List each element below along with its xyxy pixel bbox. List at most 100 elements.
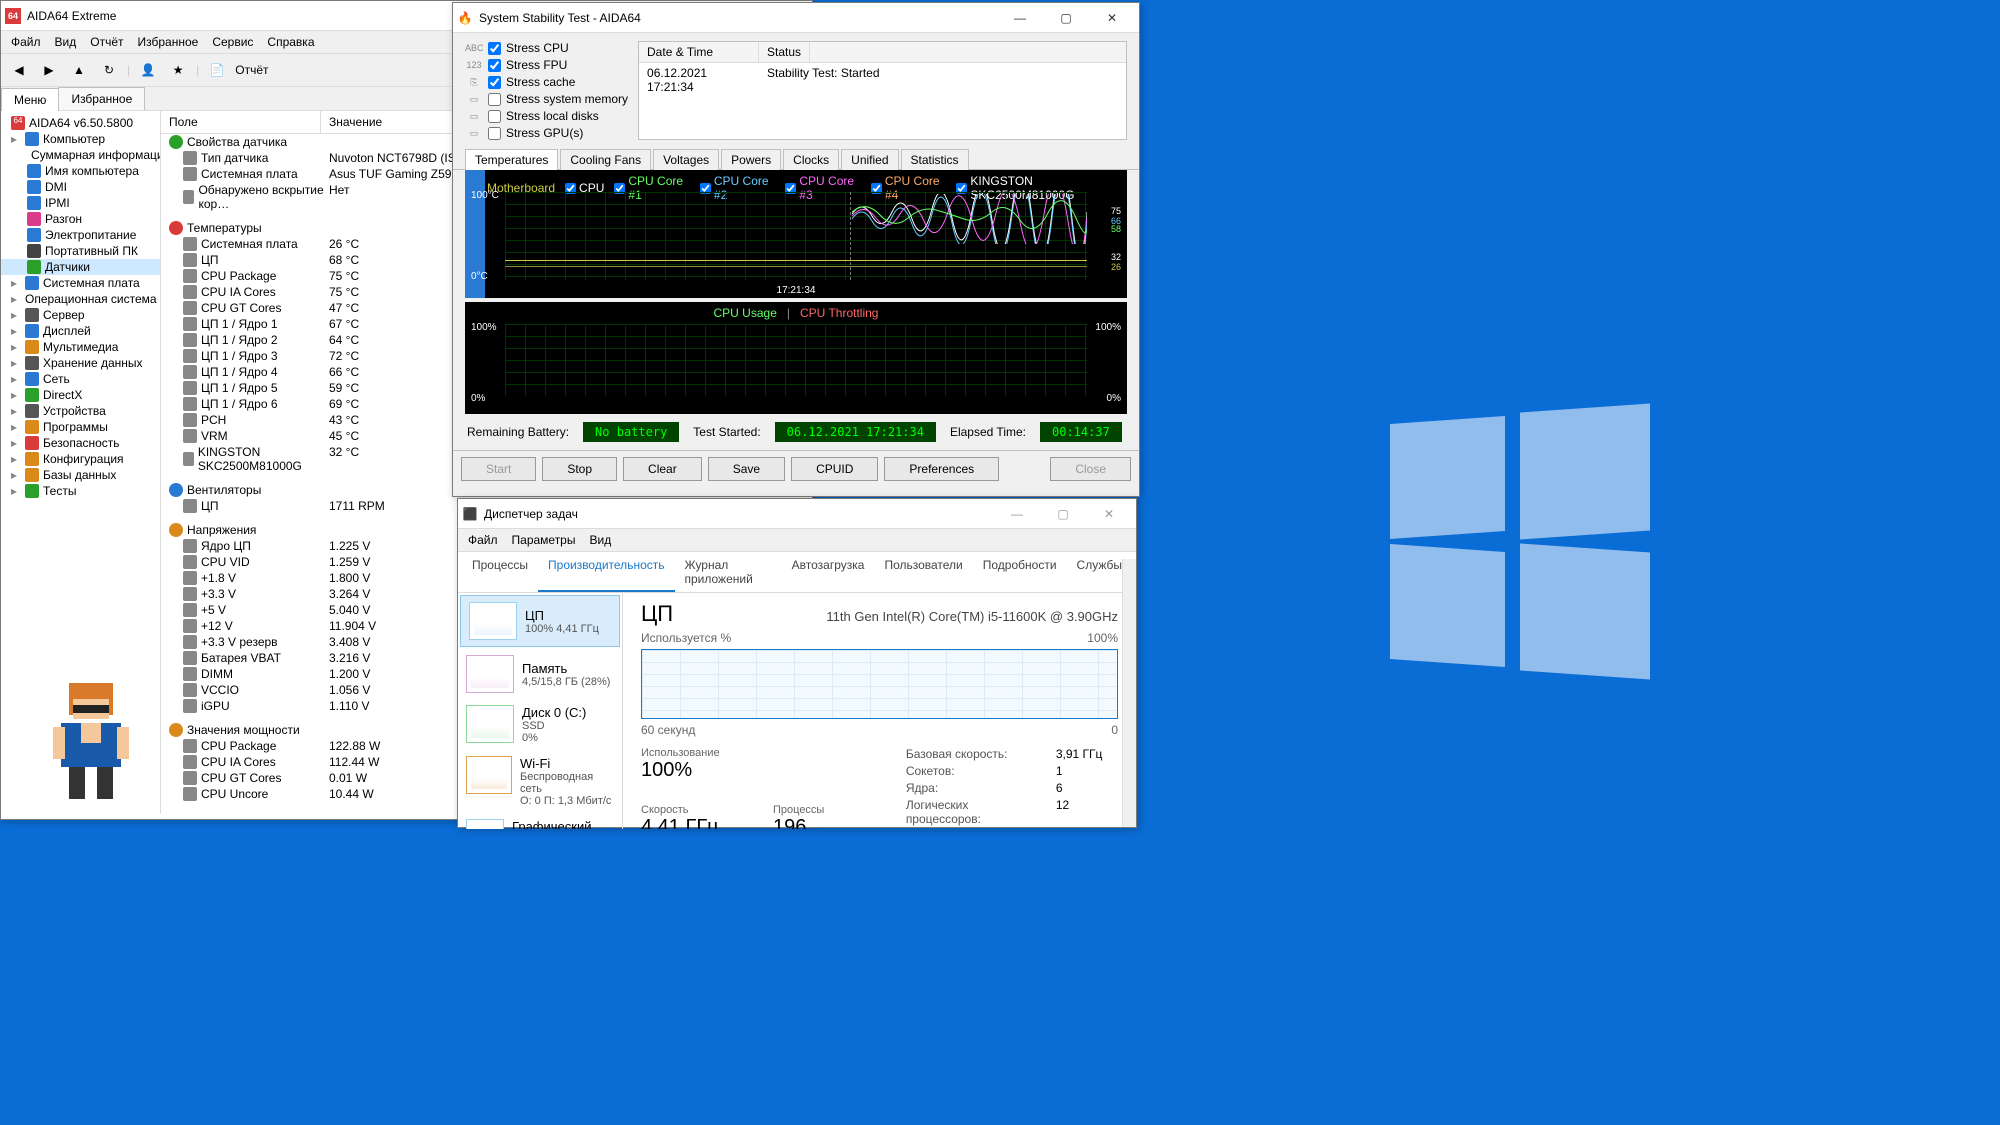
kv-Логических процессоров:: Логических процессоров:12: [906, 798, 1118, 826]
tree-Сеть[interactable]: ▸Сеть: [1, 371, 160, 387]
taskmgr-titlebar[interactable]: ⬛ Диспетчер задач — ▢ ✕: [458, 499, 1136, 529]
menu-Справка[interactable]: Справка: [267, 35, 314, 49]
tree-Имя компьютера[interactable]: Имя компьютера: [1, 163, 160, 179]
taskmgr-sidebar[interactable]: ЦП100% 4,41 ГГцПамять4,5/15,8 ГБ (28%)Ди…: [458, 593, 623, 829]
tree-Тесты[interactable]: ▸Тесты: [1, 483, 160, 499]
taskmgr-window: ⬛ Диспетчер задач — ▢ ✕ Файл Параметры Вид…: [457, 498, 1137, 828]
sst-statusbar: Remaining Battery: No battery Test Start…: [453, 414, 1139, 450]
start-button: Start: [461, 457, 536, 481]
sst-titlebar[interactable]: 🔥 System Stability Test - AIDA64 — ▢ ✕: [453, 3, 1139, 33]
tree-Компьютер[interactable]: ▸Компьютер: [1, 131, 160, 147]
sst-tab-Voltages[interactable]: Voltages: [653, 149, 719, 170]
tree-Безопасность[interactable]: ▸Безопасность: [1, 435, 160, 451]
tree-Системная плата[interactable]: ▸Системная плата: [1, 275, 160, 291]
menu-Вид[interactable]: Вид: [55, 35, 77, 49]
tm-tab-Производительность[interactable]: Производительность: [538, 552, 674, 592]
menu-Файл[interactable]: Файл: [11, 35, 41, 49]
forward-button[interactable]: ▶: [37, 58, 61, 82]
clear-button[interactable]: Clear: [623, 457, 702, 481]
sst-tab-Clocks[interactable]: Clocks: [783, 149, 839, 170]
started-badge: 06.12.2021 17:21:34: [775, 422, 936, 442]
tree-Конфигурация[interactable]: ▸Конфигурация: [1, 451, 160, 467]
tm-menu-Параметры[interactable]: Параметры: [512, 533, 576, 547]
tree-Дисплей[interactable]: ▸Дисплей: [1, 323, 160, 339]
up-button[interactable]: ▲: [67, 58, 91, 82]
tree-Мультимедиа[interactable]: ▸Мультимедиа: [1, 339, 160, 355]
cpuid-button[interactable]: CPUID: [791, 457, 878, 481]
tm-tab-Пользователи[interactable]: Пользователи: [874, 552, 972, 592]
tree-Хранение данных[interactable]: ▸Хранение данных: [1, 355, 160, 371]
sst-tab-Powers[interactable]: Powers: [721, 149, 781, 170]
refresh-button[interactable]: ↻: [97, 58, 121, 82]
tree-root[interactable]: 64 AIDA64 v6.50.5800: [1, 115, 160, 131]
tree-Устройства[interactable]: ▸Устройства: [1, 403, 160, 419]
tree-Датчики[interactable]: Датчики: [1, 259, 160, 275]
tree-Операционная система[interactable]: ▸Операционная система: [1, 291, 160, 307]
tree-Электропитание[interactable]: Электропитание: [1, 227, 160, 243]
tm-card-Wi-Fi[interactable]: Wi-FiБеспроводная сетьО: 0 П: 1,3 Мбит/с: [458, 750, 622, 813]
tree-Программы[interactable]: ▸Программы: [1, 419, 160, 435]
maximize-button[interactable]: ▢: [1043, 3, 1089, 33]
tree-Суммарная информация[interactable]: Суммарная информация: [1, 147, 160, 163]
stress-Stress CPU[interactable]: ABCStress CPU: [465, 41, 628, 55]
tm-card-ЦП[interactable]: ЦП100% 4,41 ГГц: [460, 595, 620, 647]
stress-Stress local disks[interactable]: ▭Stress local disks: [465, 109, 628, 123]
stress-Stress FPU[interactable]: 123Stress FPU: [465, 58, 628, 72]
preferences-button[interactable]: Preferences: [884, 457, 999, 481]
flame-icon: 🔥: [457, 10, 473, 26]
sst-tab-Unified[interactable]: Unified: [841, 149, 898, 170]
report-label[interactable]: Отчёт: [235, 63, 268, 77]
menu-Отчёт[interactable]: Отчёт: [90, 35, 123, 49]
stress-Stress GPU(s)[interactable]: ▭Stress GPU(s): [465, 126, 628, 140]
maximize-button[interactable]: ▢: [1040, 499, 1086, 529]
tree-Сервер[interactable]: ▸Сервер: [1, 307, 160, 323]
close-button[interactable]: ✕: [1089, 3, 1135, 33]
tm-card-Память[interactable]: Память4,5/15,8 ГБ (28%): [458, 649, 622, 699]
taskmgr-icon: ⬛: [462, 506, 478, 522]
menu-Избранное[interactable]: Избранное: [138, 35, 199, 49]
report-icon[interactable]: 📄: [205, 58, 229, 82]
tree-DMI[interactable]: DMI: [1, 179, 160, 195]
tab-menu[interactable]: Меню: [1, 88, 59, 111]
stress-Stress cache[interactable]: ⎘Stress cache: [465, 75, 628, 89]
tm-menu-Вид[interactable]: Вид: [589, 533, 611, 547]
save-button[interactable]: Save: [708, 457, 785, 481]
log-col-status[interactable]: Status: [759, 42, 810, 62]
back-button[interactable]: ◀: [7, 58, 31, 82]
aida64-icon: 64: [5, 8, 21, 24]
tm-tab-Процессы[interactable]: Процессы: [462, 552, 538, 592]
close-button[interactable]: ✕: [1086, 499, 1132, 529]
kv-Сокетов:: Сокетов:1: [906, 764, 1118, 778]
user-icon[interactable]: 👤: [136, 58, 160, 82]
tm-tab-Автозагрузка[interactable]: Автозагрузка: [782, 552, 875, 592]
tree-DirectX[interactable]: ▸DirectX: [1, 387, 160, 403]
menu-Сервис[interactable]: Сервис: [212, 35, 253, 49]
star-icon[interactable]: ★: [166, 58, 190, 82]
tm-card-Графический про…[interactable]: Графический про…Intel(R) UHD Graphics 7……: [458, 813, 622, 829]
sst-tab-Cooling Fans[interactable]: Cooling Fans: [560, 149, 651, 170]
scrollbar[interactable]: [1122, 559, 1136, 827]
stress-Stress system memory[interactable]: ▭Stress system memory: [465, 92, 628, 106]
taskmgr-tabs: ПроцессыПроизводительностьЖурнал приложе…: [458, 552, 1136, 593]
sst-tab-Statistics[interactable]: Statistics: [901, 149, 969, 170]
tree-Портативный ПК[interactable]: Портативный ПК: [1, 243, 160, 259]
log-col-date[interactable]: Date & Time: [639, 42, 759, 62]
tab-favorites[interactable]: Избранное: [58, 87, 145, 110]
sst-tab-Temperatures[interactable]: Temperatures: [465, 149, 558, 170]
battery-badge: No battery: [583, 422, 679, 442]
tree-IPMI[interactable]: IPMI: [1, 195, 160, 211]
stat-Процессы: Процессы196: [773, 804, 843, 829]
tm-card-Диск 0 (C:)[interactable]: Диск 0 (C:)SSD0%: [458, 699, 622, 750]
kv-Базовая скорость:: Базовая скорость:3,91 ГГц: [906, 747, 1118, 761]
cpu-name: 11th Gen Intel(R) Core(TM) i5-11600K @ 3…: [826, 609, 1118, 624]
stop-button[interactable]: Stop: [542, 457, 617, 481]
tm-tab-Журнал приложений[interactable]: Журнал приложений: [675, 552, 782, 592]
minimize-button[interactable]: —: [994, 499, 1040, 529]
tree-Базы данных[interactable]: ▸Базы данных: [1, 467, 160, 483]
tm-tab-Подробности[interactable]: Подробности: [973, 552, 1067, 592]
tm-menu-Файл[interactable]: Файл: [468, 533, 498, 547]
tree-Разгон[interactable]: Разгон: [1, 211, 160, 227]
minimize-button[interactable]: —: [997, 3, 1043, 33]
col-field[interactable]: Поле: [161, 111, 321, 133]
temperature-chart: MotherboardCPUCPU Core #1CPU Core #2CPU …: [465, 170, 1127, 298]
